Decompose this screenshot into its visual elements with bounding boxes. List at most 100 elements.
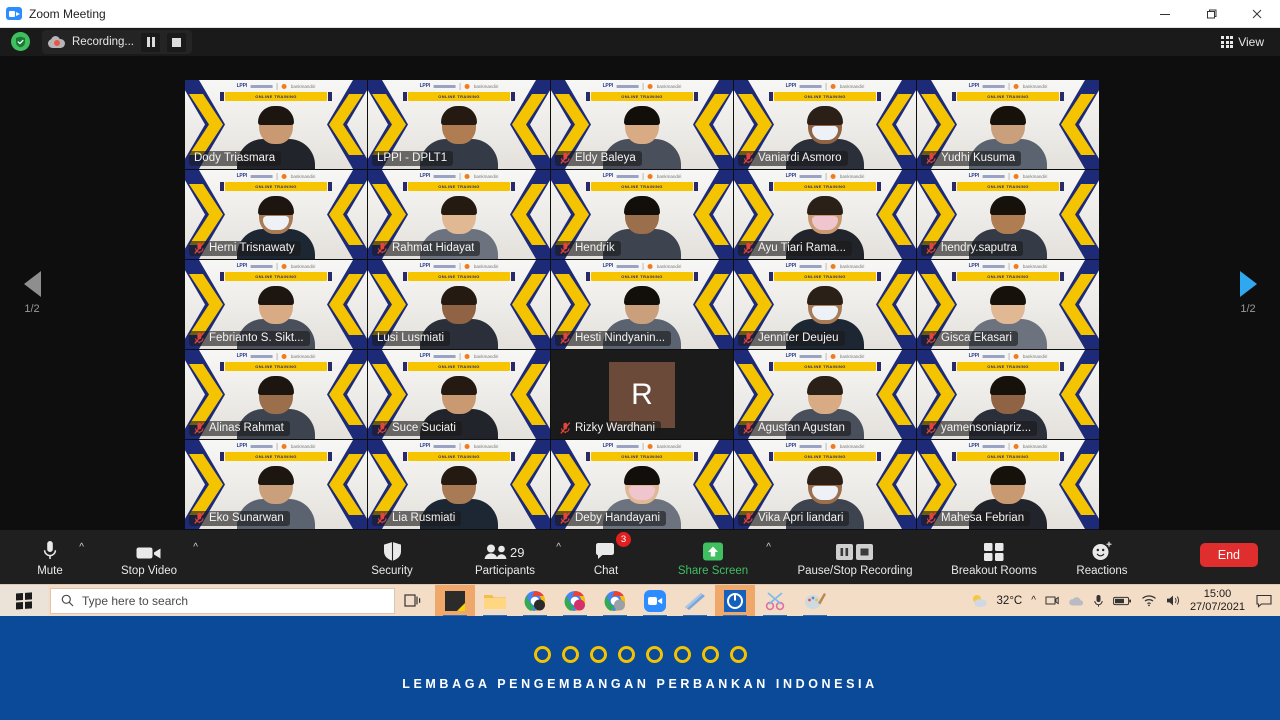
training-banner: ONLINE TRAINING bbox=[769, 92, 881, 102]
previous-page-button[interactable]: 1/2 bbox=[0, 271, 64, 315]
training-banner: ONLINE TRAINING bbox=[220, 182, 332, 192]
training-banner: ONLINE TRAINING bbox=[586, 272, 698, 282]
participant-name-bar: yamensoniapriz... bbox=[921, 421, 1038, 436]
stop-video-button[interactable]: Stop Video ^ bbox=[100, 530, 198, 584]
chevron-right-icon bbox=[1239, 271, 1257, 297]
meeting-toolbar: Mute ^ Stop Video ^ Security 29 Particip… bbox=[0, 530, 1280, 584]
video-gallery: 1/2 1/2 LPPI bankmandiri ONLINE TRAINING Do… bbox=[0, 56, 1280, 530]
muted-microphone-icon bbox=[926, 332, 937, 344]
participant-tile[interactable]: LPPI bankmandiri ONLINE TRAINING Eko Sunarw… bbox=[185, 440, 367, 529]
lppi-logo: LPPI bankmandiri bbox=[419, 352, 499, 360]
participant-tile[interactable]: LPPI bankmandiri ONLINE TRAINING Gisca Ekas… bbox=[917, 260, 1099, 349]
banner-dot bbox=[533, 645, 551, 663]
clock[interactable]: 15:00 27/07/2021 bbox=[1190, 588, 1245, 614]
training-banner: ONLINE TRAINING bbox=[952, 362, 1064, 372]
taskbar-app-blue-app[interactable] bbox=[715, 584, 755, 617]
taskbar-app-file-explorer[interactable] bbox=[475, 585, 515, 617]
chat-button[interactable]: 3 Chat bbox=[573, 530, 639, 584]
pause-icon[interactable] bbox=[141, 32, 161, 52]
lppi-logo: LPPI bankmandiri bbox=[602, 172, 682, 180]
taskbar-app-sticky-notes[interactable] bbox=[435, 584, 475, 617]
participant-tile[interactable]: LPPI bankmandiri ONLINE TRAINING Hendrik bbox=[551, 170, 733, 259]
page-indicator-right: 1/2 bbox=[1240, 303, 1256, 315]
muted-microphone-icon bbox=[560, 422, 571, 434]
taskbar-app-paint[interactable] bbox=[795, 585, 835, 617]
participant-tile[interactable]: LPPI bankmandiri ONLINE TRAINING LPPI - DPL… bbox=[368, 80, 550, 169]
taskbar-app-chrome-profile-2[interactable] bbox=[555, 585, 595, 617]
participant-tile[interactable]: LPPI bankmandiri ONLINE TRAINING Mahesa Feb… bbox=[917, 440, 1099, 529]
participant-tile[interactable]: LPPI bankmandiri ONLINE TRAINING yamensonia… bbox=[917, 350, 1099, 439]
weather-temperature[interactable]: 32°C bbox=[997, 595, 1023, 607]
share-screen-label: Share Screen bbox=[677, 564, 749, 577]
participant-tile[interactable]: LPPI bankmandiri ONLINE TRAINING Agustan Ag… bbox=[734, 350, 916, 439]
muted-microphone-icon bbox=[926, 422, 937, 434]
webcam-icon bbox=[1045, 596, 1059, 605]
view-label: View bbox=[1238, 35, 1264, 49]
participant-name-bar: Vaniardi Asmoro bbox=[738, 151, 848, 166]
shield-check-icon[interactable] bbox=[11, 32, 30, 51]
taskbar-app-chrome-profile-3[interactable] bbox=[595, 585, 635, 617]
participant-tile[interactable]: LPPI bankmandiri ONLINE TRAINING Jenniter D… bbox=[734, 260, 916, 349]
participant-tile[interactable]: LPPI bankmandiri ONLINE TRAINING Vika Apri … bbox=[734, 440, 916, 529]
muted-microphone-icon bbox=[560, 242, 571, 254]
training-banner: ONLINE TRAINING bbox=[220, 92, 332, 102]
share-screen-button[interactable]: Share Screen ^ bbox=[661, 530, 771, 584]
view-button[interactable]: View bbox=[1213, 31, 1272, 53]
chevron-graphic-right bbox=[1059, 350, 1099, 439]
participants-options-caret[interactable]: ^ bbox=[556, 542, 561, 553]
taskbar-app-snipping-tool[interactable] bbox=[755, 585, 795, 617]
participant-tile[interactable]: LPPI bankmandiri ONLINE TRAINING Rahmat Hid… bbox=[368, 170, 550, 259]
windows-logo-icon[interactable] bbox=[0, 584, 48, 617]
participant-tile[interactable]: LPPI bankmandiri ONLINE TRAINING Alinas Rah… bbox=[185, 350, 367, 439]
reactions-button[interactable]: Reactions bbox=[1063, 530, 1141, 584]
participant-tile[interactable]: LPPI bankmandiri ONLINE TRAINING Suce Sucia… bbox=[368, 350, 550, 439]
participant-tile[interactable]: LPPI bankmandiri ONLINE TRAINING Dody Trias… bbox=[185, 80, 367, 169]
maximize-button[interactable] bbox=[1188, 0, 1234, 28]
pause-stop-recording-button[interactable]: Pause/Stop Recording bbox=[785, 530, 925, 584]
security-button[interactable]: Security bbox=[353, 530, 431, 584]
taskbar-app-onenote[interactable] bbox=[675, 585, 715, 617]
participant-tile[interactable]: LPPI bankmandiri ONLINE TRAINING Febrianto … bbox=[185, 260, 367, 349]
chevron-graphic-right bbox=[327, 170, 367, 259]
breakout-rooms-button[interactable]: Breakout Rooms bbox=[939, 530, 1049, 584]
chevron-graphic-right bbox=[693, 170, 733, 259]
participant-tile[interactable]: LPPI bankmandiri ONLINE TRAINING Yudhi Kusu… bbox=[917, 80, 1099, 169]
participants-label: Participants bbox=[474, 564, 536, 577]
participant-tile[interactable]: LPPI bankmandiri ONLINE TRAINING Lusi Lusmi… bbox=[368, 260, 550, 349]
pause-stop-recording-label: Pause/Stop Recording bbox=[797, 564, 913, 577]
share-options-caret[interactable]: ^ bbox=[766, 542, 771, 553]
close-button[interactable] bbox=[1234, 0, 1280, 28]
taskbar-app-chrome-profile-1[interactable] bbox=[515, 585, 555, 617]
participant-tile[interactable]: LPPI bankmandiri ONLINE TRAINING Hesti Nind… bbox=[551, 260, 733, 349]
training-banner: ONLINE TRAINING bbox=[403, 182, 515, 192]
bottom-banner: LEMBAGA PENGEMBANGAN PERBANKAN INDONESIA bbox=[0, 616, 1280, 720]
next-page-button[interactable]: 1/2 bbox=[1216, 271, 1280, 315]
banner-dot bbox=[561, 645, 579, 663]
search-icon bbox=[61, 594, 74, 607]
lppi-logo: LPPI bankmandiri bbox=[785, 262, 865, 270]
participant-tile[interactable]: LPPI bankmandiri ONLINE TRAINING Deby Handa… bbox=[551, 440, 733, 529]
participant-tile[interactable]: LPPI bankmandiri ONLINE TRAINING Vaniardi A… bbox=[734, 80, 916, 169]
stop-icon[interactable] bbox=[167, 32, 187, 52]
participant-name-bar: Rahmat Hidayat bbox=[372, 241, 481, 256]
participant-tile[interactable]: LPPI bankmandiri ONLINE TRAINING Lia Rusmia… bbox=[368, 440, 550, 529]
end-meeting-button[interactable]: End bbox=[1199, 543, 1258, 567]
recording-label: Recording... bbox=[72, 36, 135, 48]
participant-tile[interactable]: R Rizky Wardhani bbox=[551, 350, 733, 439]
notification-icon[interactable] bbox=[1254, 585, 1274, 617]
chevron-up-icon[interactable]: ^ bbox=[1031, 595, 1036, 606]
participants-button[interactable]: 29 Participants ^ bbox=[457, 530, 561, 584]
search-input[interactable]: Type here to search bbox=[50, 587, 395, 614]
mute-button[interactable]: Mute ^ bbox=[14, 530, 86, 584]
participant-tile[interactable]: LPPI bankmandiri ONLINE TRAINING Herni Tris… bbox=[185, 170, 367, 259]
video-options-caret[interactable]: ^ bbox=[193, 542, 198, 553]
participant-tile[interactable]: LPPI bankmandiri ONLINE TRAINING Eldy Baley… bbox=[551, 80, 733, 169]
participant-tile[interactable]: LPPI bankmandiri ONLINE TRAINING Ayu Tiari … bbox=[734, 170, 916, 259]
participant-name-bar: Agustan Agustan bbox=[738, 421, 851, 436]
participant-tile[interactable]: LPPI bankmandiri ONLINE TRAINING hendry.sap… bbox=[917, 170, 1099, 259]
taskbar-app-zoom[interactable] bbox=[635, 585, 675, 617]
minimize-button[interactable] bbox=[1142, 0, 1188, 28]
task-view-icon[interactable] bbox=[395, 585, 429, 617]
audio-options-caret[interactable]: ^ bbox=[79, 542, 84, 553]
muted-microphone-icon bbox=[560, 512, 571, 524]
